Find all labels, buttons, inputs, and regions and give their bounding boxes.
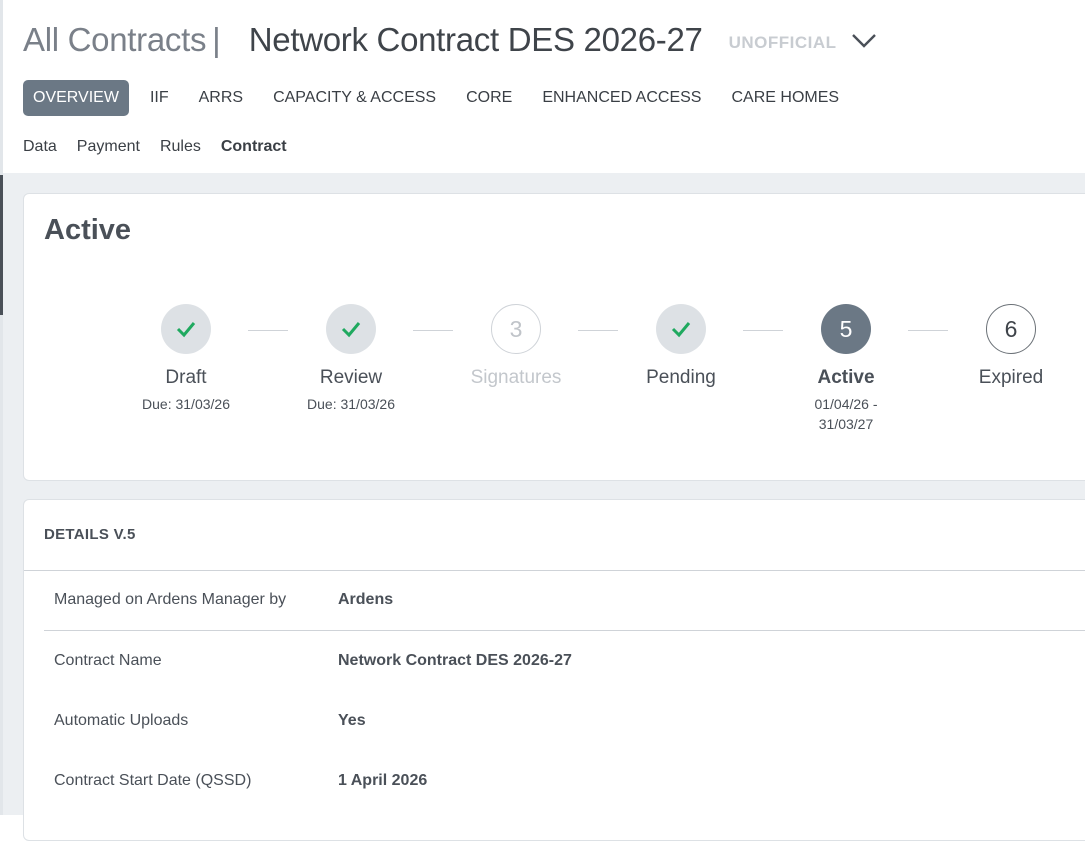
tab-arrs[interactable]: ARRS (184, 80, 258, 116)
step-label: Review (319, 367, 383, 388)
chevron-down-icon[interactable] (851, 33, 877, 49)
step-number: 5 (821, 304, 871, 354)
tab-core[interactable]: CORE (451, 80, 527, 116)
step-review: Review Due: 31/03/26 (296, 304, 406, 414)
step-draft: Draft Due: 31/03/26 (131, 304, 241, 414)
step-label: Active (817, 367, 875, 388)
detail-value: Network Contract DES 2026-27 (338, 652, 572, 669)
detail-label: Contract Name (54, 652, 162, 669)
tab-care-homes[interactable]: CARE HOMES (716, 80, 854, 116)
status-card: Active Draft Due: 31/03/26 Review Due: 31/0… (23, 193, 1085, 481)
step-connector (578, 330, 618, 331)
step-due-date: Due: 31/03/26 (307, 396, 395, 412)
detail-row-automatic-uploads: Automatic Uploads Yes (44, 691, 1085, 751)
step-active: 5 Active 01/04/26 - 31/03/27 (791, 304, 901, 434)
check-icon (326, 304, 376, 354)
breadcrumb-separator: | (212, 21, 221, 58)
details-card: DETAILS V.5 Managed on Ardens Manager by… (23, 499, 1085, 841)
step-due-date: Due: 31/03/26 (142, 396, 230, 412)
step-connector (248, 330, 288, 331)
sub-tabs: Data Payment Rules Contract (23, 136, 307, 175)
detail-row-contract-name: Contract Name Network Contract DES 2026-2… (44, 631, 1085, 691)
step-label: Pending (646, 367, 716, 388)
step-label: Draft (165, 367, 207, 388)
step-pending: Pending (626, 304, 736, 390)
subtab-data[interactable]: Data (23, 136, 57, 173)
detail-row-contract-start-date-qssd: Contract Start Date (QSSD) 1 April 2026 (44, 751, 1085, 811)
subtab-contract[interactable]: Contract (220, 136, 287, 175)
step-due-date: 31/03/27 (818, 416, 874, 432)
tab-capacity-and-access[interactable]: CAPACITY & ACCESS (258, 80, 451, 116)
step-label: Expired (978, 367, 1044, 388)
step-signatures: 3 Signatures (461, 304, 571, 390)
check-icon (161, 304, 211, 354)
page-header: All Contracts | Network Contract DES 202… (23, 16, 877, 64)
detail-row-managed-on-ardens-manager-by: Managed on Ardens Manager by Ardens (44, 570, 1085, 631)
tab-overview[interactable]: OVERVIEW (23, 80, 129, 116)
breadcrumb-all-contracts[interactable]: All Contracts (23, 21, 206, 59)
detail-label: Managed on Ardens Manager by (54, 591, 287, 608)
step-expired: 6 Expired (956, 304, 1066, 390)
page-title: Network Contract DES 2026-27 (248, 21, 703, 58)
step-number: 3 (491, 304, 541, 354)
detail-value: Yes (338, 712, 366, 729)
tab-enhanced-access[interactable]: ENHANCED ACCESS (527, 80, 716, 116)
step-connector (413, 330, 453, 331)
step-due-date: 01/04/26 - (814, 396, 878, 412)
detail-value: 1 April 2026 (338, 772, 428, 789)
detail-value: Ardens (338, 591, 394, 608)
status-badge: UNOFFICIAL (728, 33, 837, 52)
details-heading: DETAILS V.5 (44, 526, 136, 543)
status-heading: Active (44, 214, 132, 246)
check-icon (656, 304, 706, 354)
tab-iif[interactable]: IIF (135, 80, 184, 116)
main-content: Active Draft Due: 31/03/26 Review Due: 31/0… (3, 173, 1085, 841)
step-connector (743, 330, 783, 331)
detail-label: Automatic Uploads (54, 712, 189, 729)
step-label: Signatures (470, 367, 562, 388)
subtab-rules[interactable]: Rules (160, 136, 201, 173)
step-number: 6 (986, 304, 1036, 354)
detail-label: Contract Start Date (QSSD) (54, 772, 252, 789)
subtab-payment[interactable]: Payment (77, 136, 140, 173)
primary-tabs: OVERVIEW IIF ARRS CAPACITY & ACCESS CORE ENHA… (23, 80, 854, 116)
step-connector (908, 330, 948, 331)
